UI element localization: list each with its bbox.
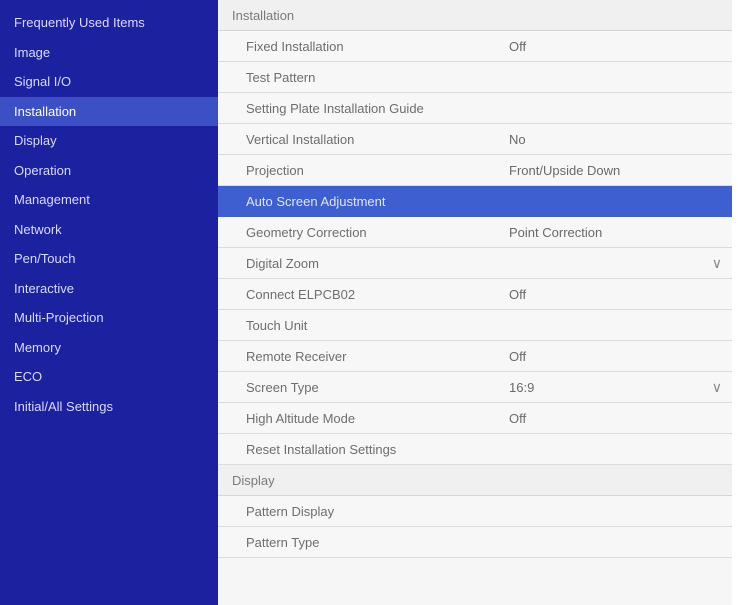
menu-row-fixed-installation[interactable]: Fixed Installation Off xyxy=(218,31,732,62)
row-label: Auto Screen Adjustment xyxy=(246,194,386,209)
menu-row-pattern-display[interactable]: Pattern Display xyxy=(218,496,732,527)
row-label: Geometry Correction xyxy=(246,225,367,240)
right-border xyxy=(732,0,738,605)
menu-row-remote-receiver[interactable]: Remote Receiver Off xyxy=(218,341,732,372)
row-label: Test Pattern xyxy=(246,70,316,85)
menu-row-setting-plate-guide[interactable]: Setting Plate Installation Guide xyxy=(218,93,732,124)
menu-row-touch-unit[interactable]: Touch Unit xyxy=(218,310,732,341)
sidebar: Frequently Used Items Image Signal I/O I… xyxy=(0,0,218,605)
row-label: Reset Installation Settings xyxy=(246,442,397,457)
sidebar-item-multi-projection[interactable]: Multi-Projection xyxy=(0,303,218,333)
sidebar-item-memory[interactable]: Memory xyxy=(0,333,218,363)
chevron-down-icon: ∨ xyxy=(711,379,722,395)
row-value: Off xyxy=(509,39,527,54)
row-value: 16:9 xyxy=(509,380,535,395)
sidebar-item-eco[interactable]: ECO xyxy=(0,362,218,392)
menu-row-pattern-type[interactable]: Pattern Type xyxy=(218,527,732,558)
menu-row-projection[interactable]: Projection Front/Upside Down xyxy=(218,155,732,186)
section-header-display: Display xyxy=(218,465,732,496)
menu-row-screen-type[interactable]: Screen Type 16:9 ∨ xyxy=(218,372,732,403)
menu-row-connect-elpcb02[interactable]: Connect ELPCB02 Off xyxy=(218,279,732,310)
row-label: Screen Type xyxy=(246,380,319,395)
sidebar-item-signal-io[interactable]: Signal I/O xyxy=(0,67,218,97)
row-label: Touch Unit xyxy=(246,318,308,333)
sidebar-item-interactive[interactable]: Interactive xyxy=(0,274,218,304)
menu-row-auto-screen-adjustment[interactable]: Auto Screen Adjustment xyxy=(218,186,732,217)
menu-row-vertical-installation[interactable]: Vertical Installation No xyxy=(218,124,732,155)
row-label: Pattern Display xyxy=(246,504,335,519)
menu-row-high-altitude-mode[interactable]: High Altitude Mode Off xyxy=(218,403,732,434)
row-label: Digital Zoom xyxy=(246,256,319,271)
menu-row-geometry-correction[interactable]: Geometry Correction Point Correction xyxy=(218,217,732,248)
sidebar-item-initial-all-settings[interactable]: Initial/All Settings xyxy=(0,392,218,422)
sidebar-item-network[interactable]: Network xyxy=(0,215,218,245)
sidebar-item-operation[interactable]: Operation xyxy=(0,156,218,186)
menu-row-test-pattern[interactable]: Test Pattern xyxy=(218,62,732,93)
row-value: Front/Upside Down xyxy=(509,163,621,178)
settings-panel: Installation Fixed Installation Off Test… xyxy=(218,0,732,605)
menu-row-reset-installation[interactable]: Reset Installation Settings xyxy=(218,434,732,465)
row-label: Fixed Installation xyxy=(246,39,344,54)
sidebar-item-pen-touch[interactable]: Pen/Touch xyxy=(0,244,218,274)
row-value: Point Correction xyxy=(509,225,603,240)
sidebar-item-installation[interactable]: Installation xyxy=(0,96,218,126)
row-value: No xyxy=(509,132,526,147)
row-label: Remote Receiver xyxy=(246,349,347,364)
sidebar-item-image[interactable]: Image xyxy=(0,38,218,68)
row-label: Connect ELPCB02 xyxy=(246,287,356,302)
row-value: Off xyxy=(509,287,527,302)
menu-frame: Frequently Used Items Image Signal I/O I… xyxy=(0,0,738,605)
row-label: Vertical Installation xyxy=(246,132,355,147)
sidebar-item-frequently-used[interactable]: Frequently Used Items xyxy=(0,8,218,38)
menu-row-digital-zoom[interactable]: Digital Zoom ∨ xyxy=(218,248,732,279)
sidebar-item-management[interactable]: Management xyxy=(0,185,218,215)
chevron-down-icon: ∨ xyxy=(711,255,722,271)
sidebar-item-display[interactable]: Display xyxy=(0,126,218,156)
row-value: Off xyxy=(509,411,527,426)
section-header-installation: Installation xyxy=(218,0,732,31)
row-label: Setting Plate Installation Guide xyxy=(246,101,424,116)
row-label: High Altitude Mode xyxy=(246,411,356,426)
row-label: Projection xyxy=(246,163,304,178)
row-value: Off xyxy=(509,349,527,364)
row-label: Pattern Type xyxy=(246,535,320,550)
